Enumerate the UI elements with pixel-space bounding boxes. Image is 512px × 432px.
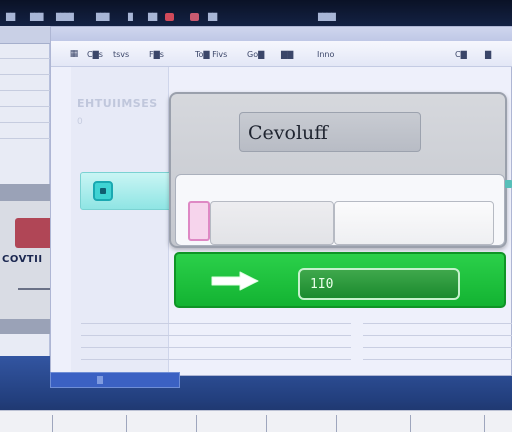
menu-item[interactable]: Inno [317, 50, 334, 59]
action-button[interactable]: 1I0 [298, 268, 460, 300]
teal-handle[interactable] [505, 180, 512, 188]
topbar-item[interactable]: ▇▇▇▇ [56, 12, 74, 22]
status-indicator-icon[interactable] [190, 13, 199, 21]
divider [363, 347, 512, 348]
left-window-underline [18, 288, 50, 290]
left-window-caption: COVTII [2, 254, 43, 265]
grid-icon[interactable]: ▦ [69, 49, 79, 59]
taskbar-separator [484, 415, 485, 432]
sidebar-title: EHTUIIMSES [77, 97, 158, 110]
arrow-right-icon [211, 271, 259, 291]
taskbar-separator [52, 415, 53, 432]
divider [0, 106, 50, 107]
menu-item[interactable]: ▇ [485, 50, 491, 59]
menu-item[interactable]: C▇s [87, 50, 103, 59]
divider [363, 335, 512, 336]
taskbar-separator [126, 415, 127, 432]
dialog-input-band [175, 174, 505, 246]
menu-item[interactable]: To▇ Fivs [195, 50, 227, 59]
divider [0, 122, 50, 123]
main-window-tabstrip[interactable] [51, 27, 512, 41]
menu-item[interactable]: C▇ [455, 50, 467, 59]
status-mark-icon [97, 376, 103, 384]
dialog-title: Cevoluff [248, 122, 328, 144]
divider [363, 359, 512, 360]
divider [81, 323, 351, 324]
color-swatch-field[interactable] [188, 201, 210, 241]
divider [81, 359, 351, 360]
taskbar-separator [266, 415, 267, 432]
topbar-clock: ▇▇▇▇ [318, 12, 336, 21]
menu-item[interactable]: ▇▇ [281, 50, 293, 59]
sidebar-subtitle: 0 [77, 117, 83, 127]
taskbar-separator [196, 415, 197, 432]
menu-bar: ▦ C▇s tsvs F▇s To▇ Fivs Go▇ ▇▇ Inno C▇ ▇ [51, 41, 512, 67]
topbar-item[interactable]: ▇ [128, 12, 133, 22]
menu-item[interactable]: tsvs [113, 50, 129, 59]
topbar-item[interactable]: ▇▇▇ [30, 12, 43, 22]
topbar-item[interactable]: ▇▇ [148, 12, 157, 22]
dialog-input-field-2[interactable] [334, 201, 494, 245]
background-window-left[interactable] [0, 26, 50, 356]
divider [81, 347, 351, 348]
divider [0, 138, 50, 139]
dialog-title-box: Cevoluff [239, 112, 421, 152]
divider [0, 74, 50, 75]
left-window-red-button[interactable] [15, 218, 50, 248]
status-strip [50, 372, 180, 388]
left-window-tabbar[interactable] [0, 26, 50, 44]
dialog-panel: Cevoluff [169, 92, 507, 248]
divider [0, 90, 50, 91]
divider [0, 58, 50, 59]
divider [81, 335, 351, 336]
taskbar [0, 410, 512, 432]
topbar-item[interactable]: ▇▇▇ [96, 12, 109, 22]
record-indicator-icon[interactable] [165, 13, 174, 21]
topbar-item[interactable]: ▇▇ [208, 12, 217, 22]
linked-item-tab[interactable] [80, 172, 172, 210]
menu-item[interactable]: F▇s [149, 50, 164, 59]
taskbar-separator [410, 415, 411, 432]
action-bar[interactable]: 1I0 [174, 252, 506, 308]
taskbar-separator [336, 415, 337, 432]
menu-item[interactable]: Go▇ [247, 50, 264, 59]
topbar-item[interactable]: ▇▇ [6, 12, 15, 22]
main-window-sidebar [71, 67, 169, 387]
dialog-input-field-1[interactable] [210, 201, 334, 245]
divider [363, 323, 512, 324]
action-button-label: 1I0 [310, 277, 334, 292]
chip-icon [93, 181, 113, 201]
